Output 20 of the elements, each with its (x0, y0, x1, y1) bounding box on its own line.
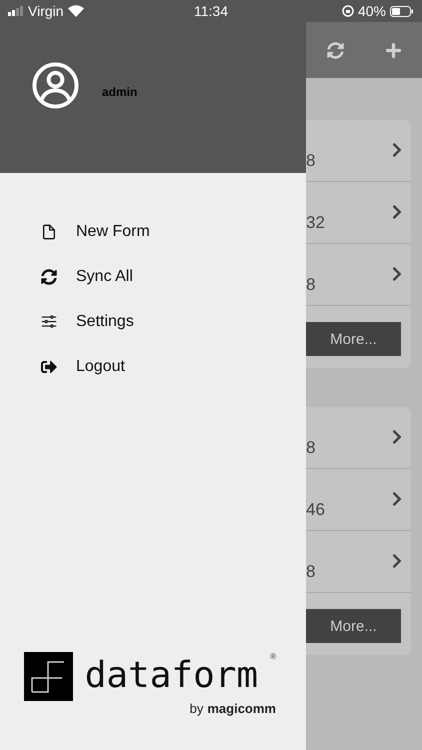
row-value: 8 (306, 438, 316, 458)
row-value: 46 (306, 500, 325, 520)
company-name: magicomm (207, 701, 276, 716)
row-value: 8 (306, 151, 316, 171)
logo-byline: by (190, 701, 204, 716)
menu-item[interactable]: Settings (40, 309, 306, 334)
registered-mark: ® (270, 652, 276, 661)
row-value: 32 (306, 213, 325, 233)
more-button[interactable]: More... (306, 609, 401, 643)
menu-item[interactable]: Sync All (40, 264, 306, 289)
logo-wordmark: dataform (84, 654, 258, 698)
more-button[interactable]: More... (306, 322, 401, 356)
carrier-name: Virgin (28, 3, 64, 19)
row-value: 8 (306, 562, 316, 582)
row-value: 8 (306, 275, 316, 295)
clock-time: 11:34 (194, 3, 228, 19)
battery-percent: 40% (358, 3, 386, 19)
menu-item[interactable]: New Form (40, 219, 306, 244)
user-name: admin (102, 85, 138, 99)
menu-item[interactable]: Logout (40, 354, 306, 379)
